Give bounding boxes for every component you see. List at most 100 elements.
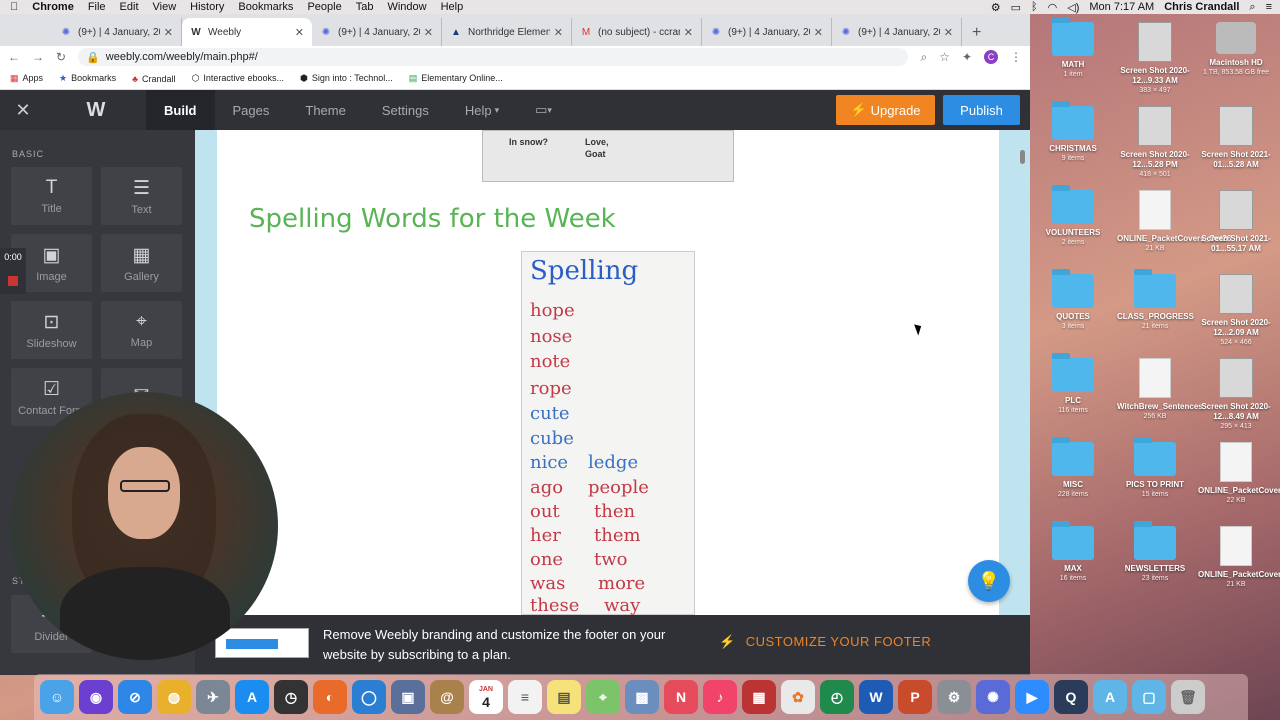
reminders-icon[interactable]: ≡ (508, 680, 542, 714)
star-icon[interactable]: ☆ (939, 50, 950, 64)
messages-icon[interactable]: ◯ (352, 680, 386, 714)
notes-icon[interactable]: ▤ (547, 680, 581, 714)
dashboard-icon[interactable]: ◷ (274, 680, 308, 714)
tab-help[interactable]: Help ▾ (447, 90, 517, 130)
element-text-tile[interactable]: ☰ Text (101, 167, 182, 225)
more-menu-icon[interactable]: ⋮ (1010, 50, 1022, 64)
forward-icon[interactable]: → (32, 50, 44, 64)
profile-avatar[interactable]: C (984, 50, 998, 64)
menu-people[interactable]: People (307, 1, 341, 13)
menu-file[interactable]: File (88, 1, 106, 13)
bookmark-apps[interactable]: ▦ Apps (10, 73, 43, 84)
bookmark-sign-in[interactable]: ⬢ Sign into : Technol... (300, 73, 393, 84)
desktop-item[interactable]: CHRISTMAS 9 items (1035, 101, 1111, 164)
powerpoint-icon[interactable]: P (898, 680, 932, 714)
browser-tab[interactable]: ✺ (9+) | 4 January, 2021 ✕ (702, 18, 832, 46)
address-bar[interactable]: 🔒 weebly.com/weebly/main.php#/ (78, 48, 909, 66)
menu-app-name[interactable]: Chrome (32, 1, 74, 13)
element-slideshow-tile[interactable]: ⊡ Slideshow (11, 301, 92, 359)
desktop-item[interactable]: Screen Shot 2020-12...8.49 AM 295 × 413 (1198, 358, 1274, 432)
spelling-poster-image[interactable]: Spelling hope nose note rope cute cube n… (521, 251, 695, 615)
desktop-item[interactable]: MAX 16 items (1035, 521, 1111, 584)
photo-booth-icon[interactable]: ▩ (625, 680, 659, 714)
desktop-item[interactable]: Screen Shot 2021-01...5.28 AM (1198, 106, 1274, 170)
menu-help[interactable]: Help (441, 1, 464, 13)
page-heading[interactable]: Spelling Words for the Week (249, 204, 616, 234)
close-icon[interactable]: ✕ (554, 26, 563, 39)
zoom-icon[interactable]: ⌕ (920, 50, 927, 65)
menu-view[interactable]: View (153, 1, 177, 13)
menu-bookmarks[interactable]: Bookmarks (238, 1, 293, 13)
bookmark-ebooks[interactable]: ⬡ Interactive ebooks... (192, 73, 284, 84)
desktop-item[interactable]: CLASS_PROGRESS 21 items (1117, 269, 1194, 332)
desktop-item[interactable]: ONLINE_PacketCovers_January4 21 KB (1198, 526, 1280, 590)
desktop-item[interactable]: Screen Shot 2021-01...55.17 AM (1198, 190, 1274, 254)
bookmark-crandall[interactable]: ♣ Crandall (132, 74, 175, 84)
extensions-icon[interactable]: ✦ (962, 50, 972, 64)
element-gallery-tile[interactable]: ▦ Gallery (101, 234, 182, 292)
quicktime-icon[interactable]: Q (1054, 680, 1088, 714)
close-icon[interactable]: ✕ (944, 26, 953, 39)
firefox-icon[interactable]: ◐ (313, 680, 347, 714)
apple-menu-icon[interactable]:  (10, 1, 18, 13)
news-icon[interactable]: N (664, 680, 698, 714)
menubar-clock[interactable]: Mon 7:17 AM (1089, 1, 1154, 13)
safari-icon[interactable]: ⊘ (118, 680, 152, 714)
bluetooth-icon[interactable]: ᛒ (1031, 1, 1038, 13)
downloads-folder-icon[interactable]: ▢ (1132, 680, 1166, 714)
finder-icon[interactable]: ☺ (40, 680, 74, 714)
word-icon[interactable]: W (859, 680, 893, 714)
close-icon[interactable]: ✕ (295, 26, 304, 39)
recording-widget[interactable]: 0:00 (0, 248, 26, 294)
browser-tab[interactable]: ✺ (9+) | 4 January, 2021 ✕ (312, 18, 442, 46)
desktop-item[interactable]: PLC 116 items (1035, 353, 1111, 416)
system-preferences-icon[interactable]: ⚙ (937, 680, 971, 714)
desktop-item[interactable]: Screen Shot 2020-12...5.28 PM 418 × 501 (1117, 106, 1193, 180)
desktop-item[interactable]: WitchBrew_Sentences 256 KB (1117, 358, 1203, 422)
upgrade-button[interactable]: ⚡ Upgrade (836, 95, 935, 125)
launchpad-icon[interactable]: ✈ (196, 680, 230, 714)
desktop-item[interactable]: ONLINE_PacketCovers_January11 22 KB (1198, 442, 1280, 506)
search-icon[interactable]: ⌕ (1249, 1, 1255, 14)
chrome-icon[interactable]: ◍ (157, 680, 191, 714)
desktop-item[interactable]: Screen Shot 2020-12...2.09 AM 524 × 466 (1198, 274, 1274, 348)
photo-app-icon[interactable]: ▦ (742, 680, 776, 714)
menu-tab[interactable]: Tab (356, 1, 374, 13)
calendar-icon[interactable]: JAN 4 (469, 680, 503, 714)
element-map-tile[interactable]: ⌖ Map (101, 301, 182, 359)
browser-tab[interactable]: M (no subject) - ccrandal ✕ (572, 18, 702, 46)
photos-icon[interactable]: ✿ (781, 680, 815, 714)
desktop-item[interactable]: Macintosh HD 1 TB, 853.58 GB free (1198, 22, 1274, 78)
desktop-item[interactable]: Screen Shot 2020-12...9.33 AM 383 × 497 (1117, 22, 1193, 96)
tab-theme[interactable]: Theme (287, 90, 363, 130)
preview-icon[interactable]: ▣ (391, 680, 425, 714)
menu-window[interactable]: Window (387, 1, 426, 13)
menu-history[interactable]: History (190, 1, 224, 13)
customize-footer-link[interactable]: ⚡ CUSTOMIZE YOUR FOOTER (719, 634, 931, 650)
browser-tab-active[interactable]: W Weebly ✕ (182, 18, 312, 46)
canvas-scrollbar[interactable] (1020, 150, 1025, 164)
desktop-item[interactable]: ONLINE_PacketCovers_Oct26 21 KB (1117, 190, 1231, 254)
tab-settings[interactable]: Settings (364, 90, 447, 130)
tab-pages[interactable]: Pages (215, 90, 288, 130)
time-machine-icon[interactable]: ◴ (820, 680, 854, 714)
publish-button[interactable]: Publish (943, 95, 1020, 125)
element-title-tile[interactable]: T Title (11, 167, 92, 225)
back-icon[interactable]: ← (8, 50, 20, 64)
desktop-item[interactable]: MATH 1 item (1035, 17, 1111, 80)
close-icon[interactable]: ✕ (424, 26, 433, 39)
close-editor-icon[interactable]: ✕ (0, 100, 46, 121)
stop-icon[interactable] (8, 276, 18, 286)
previous-image-block[interactable]: In snow? Love, Goat (482, 130, 734, 182)
close-icon[interactable]: ✕ (164, 26, 173, 39)
desktop-item[interactable]: MISC 228 items (1035, 437, 1111, 500)
new-tab-icon[interactable]: + (972, 24, 981, 42)
browser-tab[interactable]: ✺ (9+) | 4 January, 2021 ✕ (832, 18, 962, 46)
music-icon[interactable]: ♪ (703, 680, 737, 714)
battery-icon[interactable]: ▭ (1011, 1, 1021, 14)
desktop-item[interactable]: PICS TO PRINT 15 items (1117, 437, 1193, 500)
device-preview-toggle[interactable]: ▭ ▾ (517, 90, 570, 130)
sparkle-app-icon[interactable]: ✺ (976, 680, 1010, 714)
zoom-icon[interactable]: ▶ (1015, 680, 1049, 714)
browser-tab[interactable]: ▲ Northridge Elementary ✕ (442, 18, 572, 46)
